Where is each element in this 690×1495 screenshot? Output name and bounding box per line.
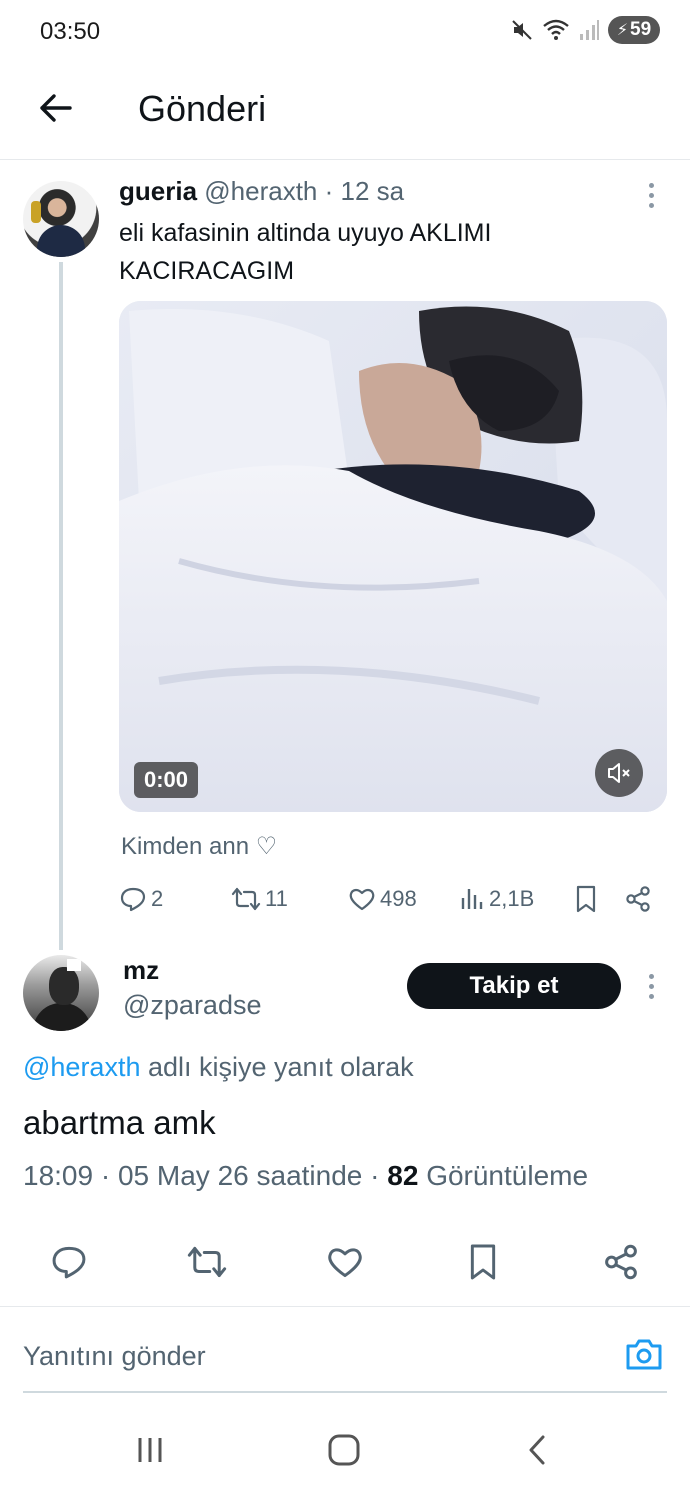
like-count: 498 <box>380 886 417 911</box>
tweet-date[interactable]: 05 May 26 saatinde <box>118 1160 362 1191</box>
retweet-icon <box>186 1243 228 1286</box>
reply-button-large[interactable] <box>45 1240 93 1288</box>
reply-avatar[interactable] <box>23 955 99 1031</box>
recent-apps-button[interactable] <box>126 1428 174 1476</box>
tweet-time[interactable]: 18:09 <box>23 1160 93 1191</box>
reply-text: abartma amk <box>23 1104 216 1141</box>
reply-action-bar <box>0 1240 690 1288</box>
status-time: 03:50 <box>40 18 101 45</box>
battery-level: 59 <box>630 19 652 40</box>
video-thumbnail <box>119 301 667 812</box>
divider <box>0 1306 690 1307</box>
replying-to-line: @heraxth adlı kişiye yanıt olarak <box>23 1052 414 1083</box>
video-timestamp: 0:00 <box>134 762 199 798</box>
page-title: Gönderi <box>138 88 267 129</box>
views-button[interactable]: 2,1B <box>459 880 534 918</box>
back-icon <box>523 1434 553 1471</box>
reply-icon <box>50 1243 88 1286</box>
views-count: 2,1B <box>489 886 535 911</box>
tweet-author-row: gueria @heraxth · 12 sa <box>119 176 404 207</box>
avatar[interactable] <box>23 181 99 257</box>
bookmark-button-large[interactable] <box>459 1240 507 1288</box>
arrow-left-icon <box>38 90 74 131</box>
community-note-label[interactable]: Kimden ann ♡ <box>121 832 277 861</box>
separator: · <box>324 176 334 206</box>
reply-views-count: 82 <box>387 1160 419 1191</box>
share-button-large[interactable] <box>597 1240 645 1288</box>
mute-toggle-button[interactable] <box>595 749 643 797</box>
tweet-action-bar: 2 11 498 2,1B <box>119 880 667 920</box>
share-button[interactable] <box>624 880 652 918</box>
bookmark-icon <box>573 884 599 914</box>
meta-separator-2: · <box>370 1160 380 1191</box>
recent-apps-icon <box>134 1434 166 1471</box>
more-options-button[interactable] <box>636 180 666 210</box>
home-icon <box>327 1433 361 1472</box>
bookmark-icon <box>465 1242 501 1287</box>
tweet-video[interactable]: 0:00 <box>119 301 667 812</box>
share-icon <box>624 885 652 913</box>
heart-icon <box>348 885 376 913</box>
bookmark-button[interactable] <box>573 880 599 918</box>
tweet-meta: 18:09 · 05 May 26 saatinde · 82 Görüntül… <box>23 1160 588 1192</box>
reply-composer <box>0 1320 690 1392</box>
status-bar: 03:50 ⚡ 59 <box>0 0 690 64</box>
status-icons: ⚡ 59 <box>510 16 660 44</box>
reply-author-handle[interactable]: @zparadse <box>123 990 261 1021</box>
bar-chart-icon <box>459 885 485 913</box>
reply-input[interactable] <box>23 1334 583 1378</box>
reply-more-options-button[interactable] <box>636 971 666 1001</box>
system-nav-bar <box>0 1410 690 1495</box>
reply-icon <box>119 885 147 913</box>
retweet-icon <box>231 885 261 913</box>
reply-views-label: Görüntüleme <box>426 1160 589 1191</box>
share-icon <box>602 1243 640 1286</box>
author-handle[interactable]: @heraxth <box>204 176 317 206</box>
retweet-button[interactable]: 11 <box>231 880 288 918</box>
top-header: Gönderi <box>0 64 690 160</box>
reply-to-mention[interactable]: @heraxth <box>23 1052 140 1082</box>
camera-button[interactable] <box>622 1334 666 1378</box>
signal-icon <box>578 18 600 42</box>
retweet-count: 11 <box>265 886 288 911</box>
battery-charging-icon: ⚡ 59 <box>608 16 660 44</box>
reply-button[interactable]: 2 <box>119 880 163 918</box>
author-name[interactable]: gueria <box>119 176 197 206</box>
reply-to-suffix: adlı kişiye yanıt olarak <box>147 1052 414 1082</box>
thread-line <box>59 262 63 950</box>
system-back-button[interactable] <box>514 1428 562 1476</box>
reply-count: 2 <box>151 886 164 911</box>
compose-underline <box>23 1391 667 1393</box>
volume-muted-icon <box>606 760 632 786</box>
reply-author-name[interactable]: mz <box>123 955 159 986</box>
wifi-icon <box>542 18 570 42</box>
like-button-large[interactable] <box>321 1240 369 1288</box>
camera-icon <box>624 1336 664 1377</box>
tweet-time[interactable]: 12 sa <box>341 176 405 206</box>
meta-separator: · <box>100 1160 111 1191</box>
home-button[interactable] <box>320 1428 368 1476</box>
tweet-text: eli kafasinin altinda uyuyo AKLIMI KACIR… <box>119 219 492 285</box>
follow-button[interactable]: Takip et <box>407 963 621 1009</box>
like-button[interactable]: 498 <box>348 880 417 918</box>
mute-icon <box>510 18 534 42</box>
heart-icon <box>326 1243 364 1286</box>
back-button[interactable] <box>32 86 80 134</box>
retweet-button-large[interactable] <box>183 1240 231 1288</box>
